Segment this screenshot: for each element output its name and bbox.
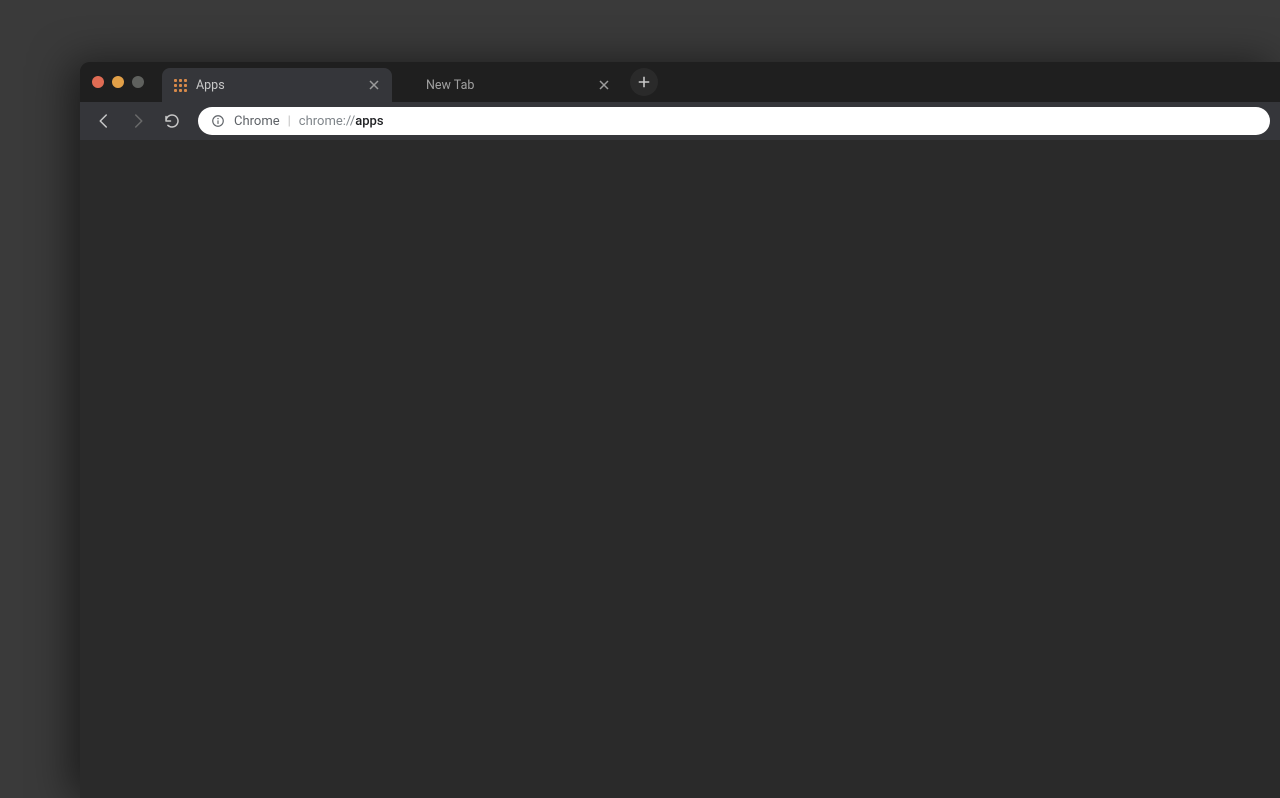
new-tab-button[interactable] (630, 68, 658, 96)
apps-grid-icon (172, 77, 188, 93)
window-close-button[interactable] (92, 76, 104, 88)
tab-new-tab[interactable]: New Tab (392, 68, 622, 102)
window-minimize-button[interactable] (112, 76, 124, 88)
tab-apps[interactable]: Apps (162, 68, 392, 102)
origin-separator: | (288, 114, 291, 129)
titlebar: Apps New Tab (80, 62, 1280, 102)
url-path: apps (355, 114, 383, 129)
tab-close-button[interactable] (366, 77, 382, 93)
tab-title: Apps (196, 78, 366, 93)
browser-window: Apps New Tab (80, 62, 1280, 798)
toolbar: Chrome | chrome://apps (80, 102, 1280, 140)
origin-label: Chrome (234, 114, 280, 129)
tab-close-button[interactable] (596, 77, 612, 93)
address-bar[interactable]: Chrome | chrome://apps (198, 107, 1270, 135)
window-controls (92, 76, 144, 88)
url-scheme: chrome:// (299, 114, 355, 129)
blank-favicon (402, 77, 418, 93)
tab-strip: Apps New Tab (162, 62, 658, 102)
url-text: chrome://apps (299, 114, 384, 129)
tab-title: New Tab (426, 78, 596, 93)
reload-button[interactable] (158, 107, 186, 135)
forward-button[interactable] (124, 107, 152, 135)
window-maximize-button[interactable] (132, 76, 144, 88)
page-content (80, 140, 1280, 798)
back-button[interactable] (90, 107, 118, 135)
site-info-icon[interactable] (210, 113, 226, 129)
